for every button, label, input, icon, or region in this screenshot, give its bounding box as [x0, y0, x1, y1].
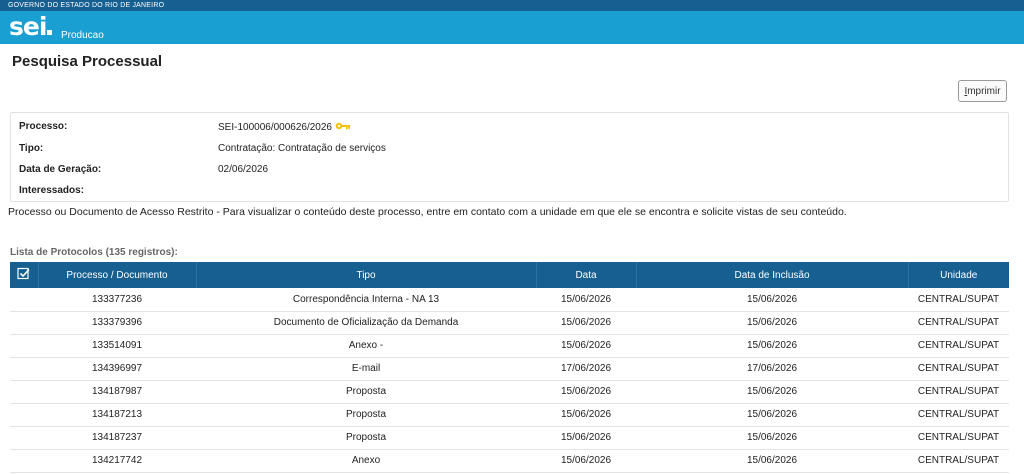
cell-tipo: Anexo -: [348, 340, 384, 351]
row-select-cell: [10, 380, 38, 403]
restricted-access-message: Processo ou Documento de Acesso Restrito…: [8, 206, 847, 218]
cell-inclusao: 15/06/2026: [746, 409, 798, 420]
cell-data: 15/06/2026: [560, 386, 612, 397]
col-unidade-header[interactable]: Unidade: [908, 262, 1009, 288]
cell-data: 15/06/2026: [560, 455, 612, 466]
cell-tipo: Proposta: [345, 409, 387, 420]
cell-unidade[interactable]: CENTRAL/SUPAT: [908, 288, 1009, 311]
processo-label: Processo:: [19, 121, 68, 132]
table-row: 134187213 Proposta 15/06/2026 15/06/2026…: [10, 403, 1009, 426]
cell-data: 15/06/2026: [560, 317, 612, 328]
checkbox-check-icon[interactable]: [17, 267, 30, 283]
cell-unidade[interactable]: CENTRAL/SUPAT: [908, 357, 1009, 380]
processo-number: SEI-100006/000626/2026: [218, 122, 332, 134]
cell-tipo: Proposta: [345, 386, 387, 397]
cell-unidade[interactable]: CENTRAL/SUPAT: [908, 403, 1009, 426]
cell-inclusao: 15/06/2026: [746, 455, 798, 466]
table-row: 134187237 Proposta 15/06/2026 15/06/2026…: [10, 426, 1009, 449]
cell-inclusao: 15/06/2026: [746, 432, 798, 443]
table-row: 134217742 Anexo 15/06/2026 15/06/2026 CE…: [10, 449, 1009, 472]
cell-tipo: Proposta: [345, 432, 387, 443]
cell-inclusao: 15/06/2026: [746, 293, 798, 305]
table-header-row: Processo / Documento Tipo Data Data de I…: [10, 262, 1009, 288]
cell-unidade[interactable]: CENTRAL/SUPAT: [908, 334, 1009, 357]
cell-unidade[interactable]: CENTRAL/SUPAT: [908, 449, 1009, 472]
row-select-cell: [10, 288, 38, 311]
key-icon[interactable]: [335, 121, 351, 134]
col-tipo-header[interactable]: Tipo: [196, 262, 537, 288]
logo-dot: [47, 30, 53, 35]
row-select-cell: [10, 403, 38, 426]
cell-processo[interactable]: 134396997: [38, 357, 196, 380]
table-row: 134396997 E-mail 17/06/2026 17/06/2026 C…: [10, 357, 1009, 380]
cell-processo[interactable]: 134187213: [38, 403, 196, 426]
cell-tipo: Correspondência Interna - NA 13: [292, 293, 440, 305]
col-processo-header[interactable]: Processo / Documento: [38, 262, 197, 288]
cell-processo[interactable]: 133377236: [38, 288, 196, 311]
print-button[interactable]: Imprimir: [958, 80, 1007, 102]
cell-data: 15/06/2026: [560, 340, 612, 351]
data-geracao-value: 02/06/2026: [218, 164, 269, 175]
cell-processo[interactable]: 134187987: [38, 380, 196, 403]
cell-processo[interactable]: 133379396: [38, 311, 196, 334]
select-all-cell[interactable]: [10, 262, 39, 288]
col-inclusao-header[interactable]: Data de Inclusão: [636, 262, 909, 288]
cell-unidade[interactable]: CENTRAL/SUPAT: [908, 426, 1009, 449]
protocol-list-caption: Lista de Protocolos (135 registros):: [10, 247, 178, 258]
table-row: 133514091 Anexo - 15/06/2026 15/06/2026 …: [10, 334, 1009, 357]
sei-logo[interactable]: sei: [9, 12, 53, 41]
page-title: Pesquisa Processual: [12, 53, 163, 70]
cell-processo[interactable]: 133514091: [38, 334, 196, 357]
government-bar-text: GOVERNO DO ESTADO DO RIO DE JANEIRO: [8, 2, 165, 9]
interessados-label: Interessados:: [19, 185, 85, 196]
row-select-cell: [10, 449, 38, 472]
cell-processo[interactable]: 134217742: [38, 449, 196, 472]
cell-tipo: Documento de Oficialização da Demanda: [273, 317, 459, 328]
sei-logo-text: sei: [9, 12, 47, 41]
print-label: mprimir: [967, 85, 1001, 97]
cell-tipo: E-mail: [351, 363, 381, 374]
cell-inclusao: 15/06/2026: [746, 386, 798, 397]
environment-label: Producao: [61, 30, 104, 41]
cell-inclusao: 17/06/2026: [746, 363, 798, 374]
table-row: 133377236 Correspondência Interna - NA 1…: [10, 288, 1009, 311]
cell-inclusao: 15/06/2026: [746, 340, 798, 351]
process-info-box: Processo: SEI-100006/000626/2026 Tipo: C…: [10, 112, 1009, 202]
table-row: 134187987 Proposta 15/06/2026 15/06/2026…: [10, 380, 1009, 403]
cell-data: 15/06/2026: [560, 409, 612, 420]
cell-processo[interactable]: 134187237: [38, 426, 196, 449]
cell-unidade[interactable]: CENTRAL/SUPAT: [908, 311, 1009, 334]
tipo-label: Tipo:: [19, 143, 44, 154]
processo-value: SEI-100006/000626/2026: [218, 121, 351, 134]
cell-unidade[interactable]: CENTRAL/SUPAT: [908, 380, 1009, 403]
row-select-cell: [10, 357, 38, 380]
cell-tipo: Anexo: [351, 455, 381, 466]
cell-inclusao: 15/06/2026: [746, 317, 798, 328]
protocols-table: Processo / Documento Tipo Data Data de I…: [10, 262, 1009, 473]
tipo-value: Contratação: Contratação de serviços: [218, 143, 386, 154]
row-select-cell: [10, 334, 38, 357]
row-select-cell: [10, 426, 38, 449]
row-select-cell: [10, 311, 38, 334]
table-row: 133379396 Documento de Oficialização da …: [10, 311, 1009, 334]
cell-data: 15/06/2026: [560, 293, 612, 305]
cell-data: 17/06/2026: [560, 363, 612, 374]
data-geracao-label: Data de Geração:: [19, 164, 102, 175]
cell-data: 15/06/2026: [560, 432, 612, 443]
government-bar: GOVERNO DO ESTADO DO RIO DE JANEIRO: [0, 0, 1024, 11]
col-data-header[interactable]: Data: [536, 262, 637, 288]
top-header: sei Producao: [0, 11, 1024, 44]
